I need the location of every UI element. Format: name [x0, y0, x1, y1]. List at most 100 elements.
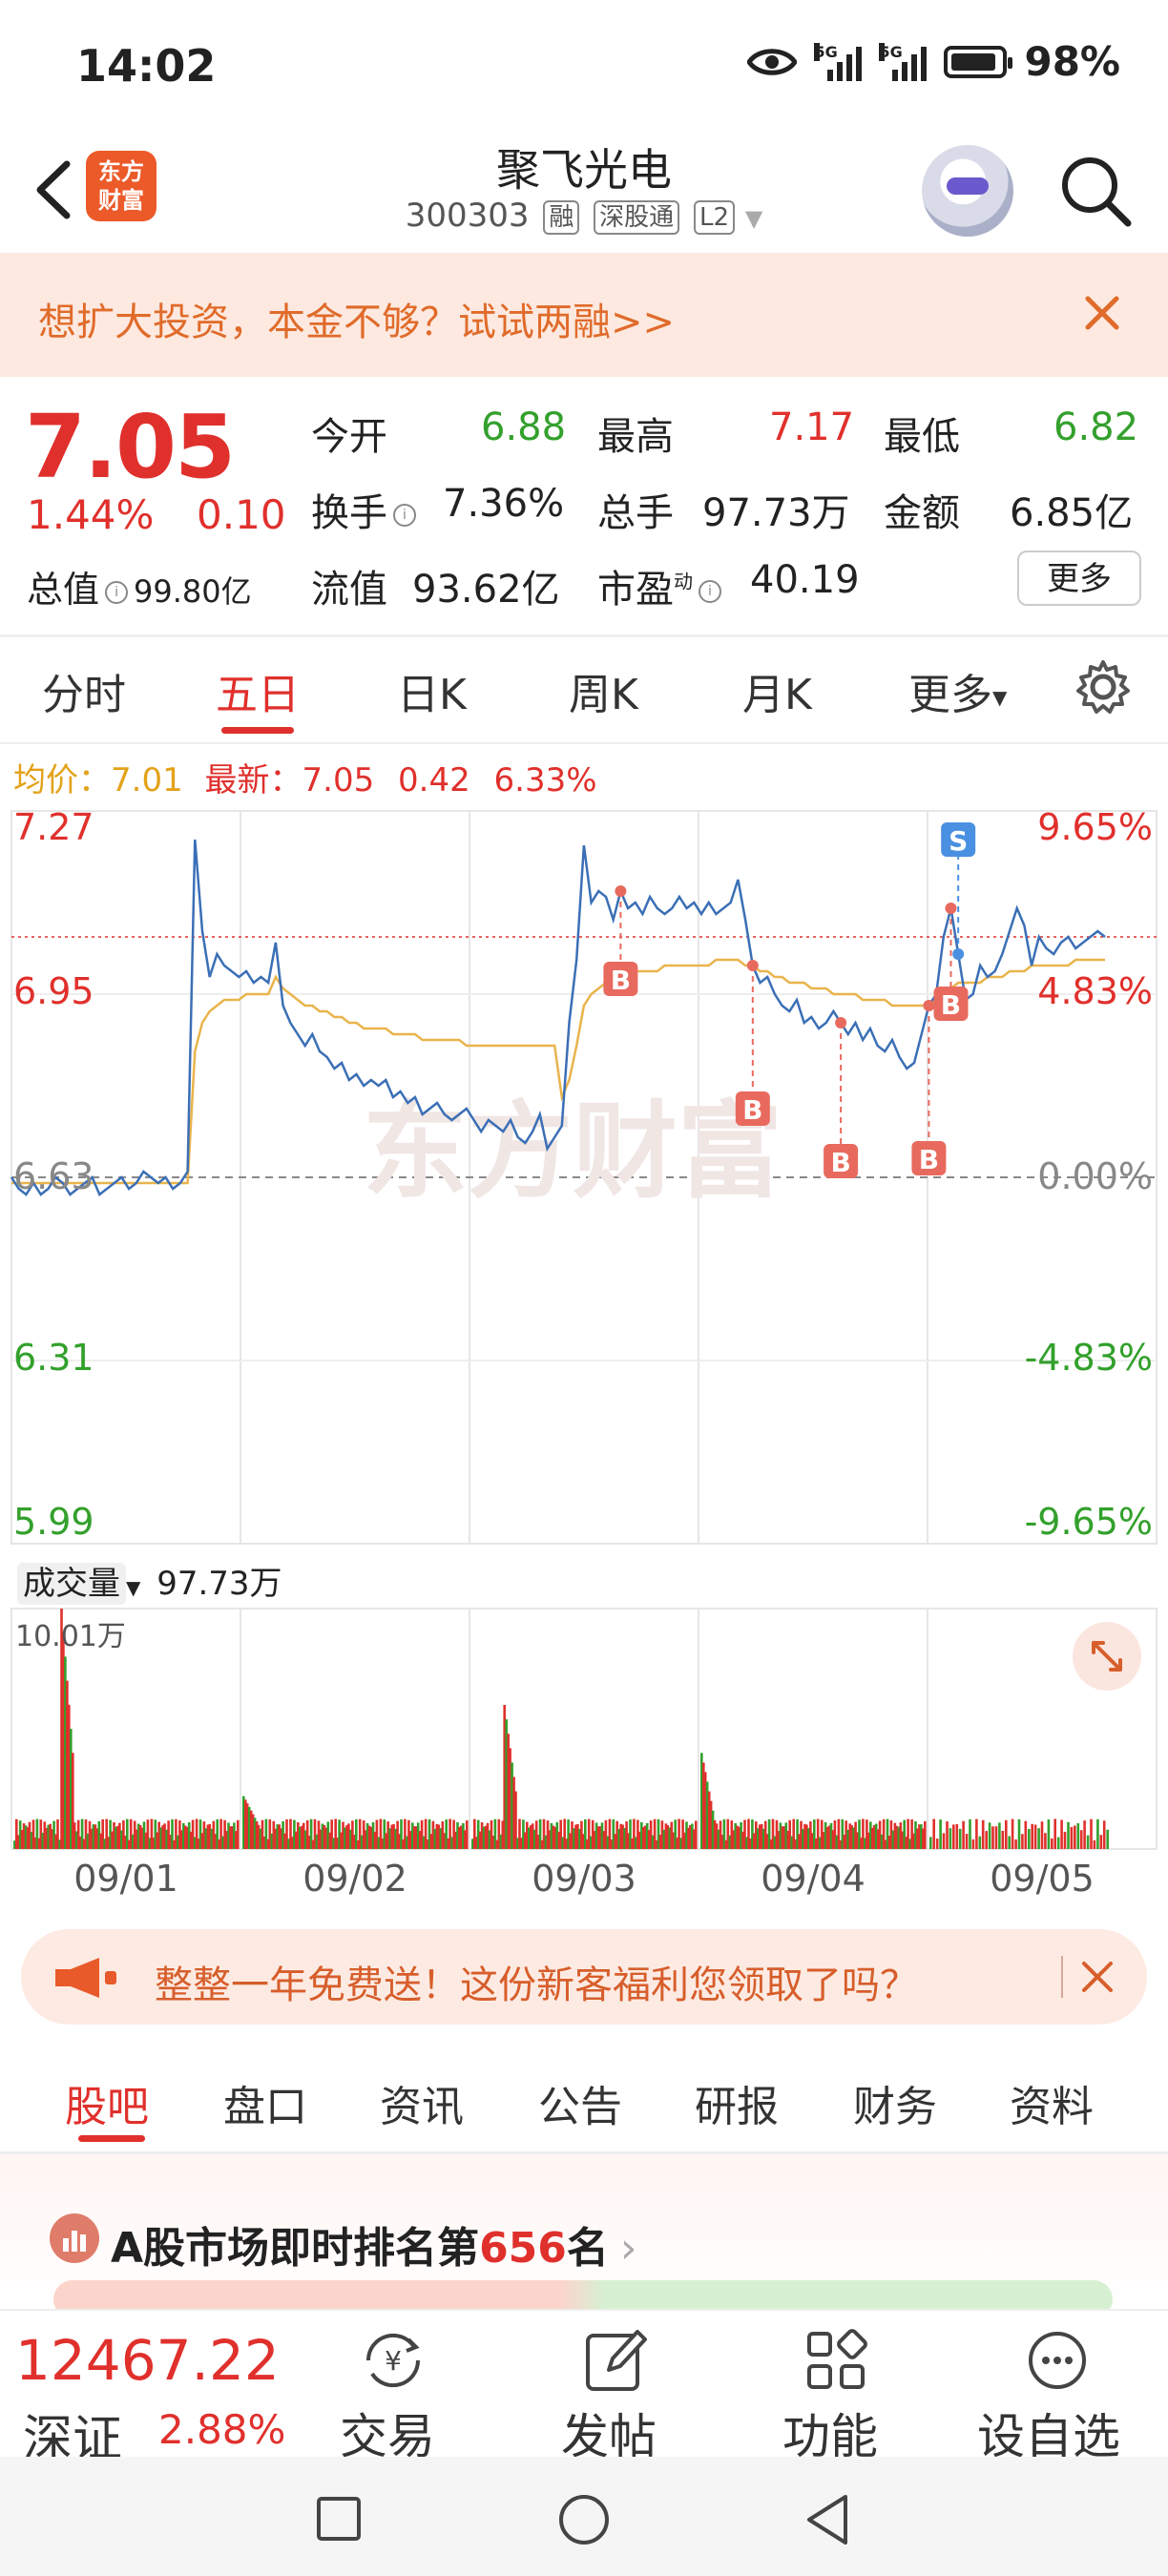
functions-icon[interactable]: [798, 2322, 874, 2399]
assistant-robot-icon[interactable]: [922, 145, 1013, 237]
five-day-chart[interactable]: 东方财富 B B B B B S 7.27 6.95 6.63 6.31 5.99 9.65% 4.8…: [0, 801, 1168, 1927]
rank-text[interactable]: A股市场即时排名第656名 ›: [111, 2213, 637, 2275]
change-percent: 1.44%: [27, 491, 155, 538]
volume-selector[interactable]: 成交量 ▼ 97.73万: [17, 1557, 282, 1605]
date-tick-label: 09/02: [302, 1858, 407, 1900]
tab-five-day[interactable]: 五日: [216, 660, 300, 721]
recent-apps-icon[interactable]: [315, 2495, 363, 2543]
volume-bar: [1083, 1820, 1086, 1849]
gear-icon[interactable]: [1074, 658, 1132, 716]
avg-price: 7.01: [111, 761, 183, 800]
add-watchlist-icon[interactable]: [1019, 2322, 1095, 2399]
stat-turnover-value: 7.36%: [443, 482, 565, 526]
trade-icon[interactable]: ¥: [355, 2322, 431, 2399]
stat-low-value: 6.82: [1053, 405, 1139, 449]
tab-more[interactable]: 更多▼: [908, 660, 1007, 721]
tab-news[interactable]: 资讯: [380, 2072, 464, 2133]
tab-forum[interactable]: 股吧: [65, 2072, 149, 2133]
close-icon[interactable]: [1078, 289, 1126, 337]
margin-promo-banner[interactable]: 想扩大投资，本金不够？试试两融>>: [0, 253, 1168, 377]
stock-code: 300303: [405, 197, 530, 235]
megaphone-icon: [55, 1958, 116, 1998]
tab-finance[interactable]: 财务: [853, 2072, 937, 2133]
ad-text[interactable]: 整整一年免费送！这份新客福利您领取了吗？: [155, 1954, 918, 2009]
more-stats-button[interactable]: 更多: [1017, 551, 1141, 606]
promo-text[interactable]: 想扩大投资，本金不够？试试两融>>: [38, 291, 675, 346]
index-percent[interactable]: 2.88%: [158, 2406, 285, 2453]
stat-open-value: 6.88: [481, 405, 567, 449]
new-user-ad-banner[interactable]: 整整一年免费送！这份新客福利您领取了吗？: [21, 1929, 1147, 2025]
price-tick-label: 6.63: [13, 1155, 94, 1197]
volume-bar: [1014, 1839, 1017, 1849]
volume-bar: [991, 1826, 994, 1849]
volume-bar: [1017, 1818, 1021, 1849]
tab-announcements[interactable]: 公告: [538, 2072, 622, 2133]
volume-bar: [952, 1824, 955, 1849]
eye-icon: [747, 48, 798, 75]
stat-pe-value: 40.19: [750, 558, 860, 602]
tab-weekly-k[interactable]: 周K: [569, 660, 638, 721]
tab-monthly-k[interactable]: 月K: [742, 660, 812, 721]
watermark-logo: 东方财富: [363, 1091, 782, 1213]
info-icon: i: [699, 580, 721, 603]
home-icon[interactable]: [557, 2493, 611, 2546]
marker-label: B: [830, 1147, 850, 1178]
tab-profile[interactable]: 资料: [1010, 2072, 1094, 2133]
tab-intraday[interactable]: 分时: [42, 660, 126, 721]
volume-bar: [1070, 1827, 1074, 1849]
expand-icon[interactable]: [1073, 1622, 1141, 1691]
marker-dot: [952, 948, 965, 960]
marker-label: B: [919, 1144, 939, 1175]
volume-bar: [1090, 1818, 1093, 1849]
divider: [1061, 1956, 1063, 1998]
back-triangle-icon[interactable]: [803, 2493, 851, 2546]
volume-bar: [939, 1819, 942, 1849]
info-icon: i: [105, 580, 129, 604]
close-icon[interactable]: [1076, 1956, 1118, 1998]
stat-high-label: 最高: [597, 415, 674, 459]
volume-frame: [10, 1608, 1158, 1850]
volume-bar: [1079, 1830, 1083, 1849]
volume-bar: [1106, 1829, 1109, 1849]
marker-dot: [746, 960, 759, 971]
rank-number: 656: [479, 2224, 567, 2273]
volume-bar: [1031, 1823, 1033, 1849]
volume-bar: [965, 1834, 969, 1849]
ranking-chart-icon: [50, 2213, 99, 2263]
volume-bar: [1053, 1818, 1056, 1849]
volume-bar: [1102, 1820, 1106, 1849]
market-rank-card[interactable]: A股市场即时排名第656名 ›: [0, 2154, 1168, 2318]
marker-label: B: [941, 989, 961, 1021]
search-icon[interactable]: [1057, 153, 1134, 229]
tab-research[interactable]: 研报: [695, 2072, 779, 2133]
volume-bar: [975, 1818, 978, 1849]
active-tab-underline: [221, 727, 294, 734]
pct-tick-label: -4.83%: [1025, 1337, 1153, 1379]
volume-bar: [1051, 1839, 1053, 1849]
marker-label: S: [949, 825, 968, 857]
tag-connect: 深股通: [594, 199, 680, 235]
volume-bar: [1044, 1833, 1047, 1849]
volume-bar: [1037, 1828, 1040, 1849]
tag-level2: L2: [693, 199, 735, 235]
price-tick-label: 6.95: [13, 970, 94, 1012]
volume-bar: [1096, 1818, 1099, 1849]
tab-order-book[interactable]: 盘口: [223, 2072, 307, 2133]
volume-max-label: 10.01万: [15, 1620, 126, 1653]
tab-daily-k[interactable]: 日K: [397, 660, 467, 721]
volume-bar: [942, 1833, 946, 1849]
status-bar: 14:02 5G 5G 98%: [0, 0, 1168, 134]
volume-bar: [924, 1820, 927, 1849]
marker-dot: [835, 1017, 847, 1028]
volume-bar: [935, 1839, 939, 1849]
post-icon[interactable]: [576, 2322, 653, 2399]
divider: [0, 742, 1168, 744]
index-value[interactable]: 12467.22: [15, 2328, 280, 2393]
date-tick-label: 09/01: [73, 1858, 178, 1900]
active-tab-underline: [78, 2135, 145, 2142]
date-tick-label: 09/05: [990, 1858, 1095, 1900]
signal-2-icon: 5G: [879, 42, 928, 81]
volume-bar: [1040, 1821, 1044, 1849]
marker-dot: [923, 1000, 935, 1011]
volume-bar: [1011, 1818, 1014, 1849]
